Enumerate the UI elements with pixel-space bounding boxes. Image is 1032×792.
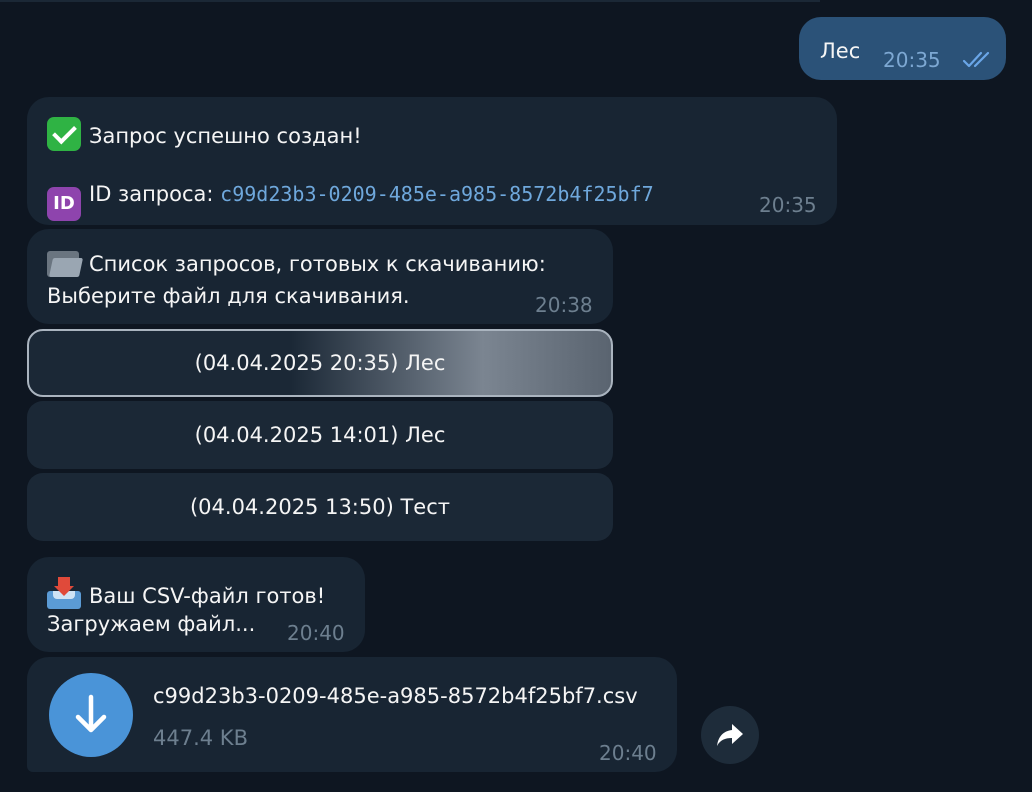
message-time: 20:40 <box>599 741 657 765</box>
message-time: 20:40 <box>287 621 345 645</box>
id-button-icon: ID <box>47 187 81 221</box>
request-list-message[interactable]: Список запросов, готовых к скачиванию: В… <box>27 229 613 324</box>
outgoing-message[interactable]: Лес 20:35 <box>799 17 1006 80</box>
check-mark-button-icon <box>47 117 81 151</box>
request-id-line: ID ID запроса: c99d23b3-0209-485e-a985-85… <box>47 181 654 221</box>
message-title-text: Запрос успешно создан! <box>89 124 362 148</box>
open-folder-icon <box>47 249 84 277</box>
message-title-text: Список запросов, готовых к скачиванию: <box>89 252 546 276</box>
message-time: 20:38 <box>535 293 593 317</box>
message-time: 20:35 <box>759 193 817 217</box>
double-check-icon <box>962 50 996 74</box>
request-id-label: ID запроса: <box>89 182 214 206</box>
file-size: 447.4 KB <box>153 726 248 750</box>
inbox-tray-icon <box>47 577 81 609</box>
message-subtitle: Выберите файл для скачивания. <box>47 284 410 308</box>
file-button-2[interactable]: (04.04.2025 14:01) Лес <box>27 401 613 469</box>
forward-arrow-icon <box>717 724 743 746</box>
message-title: Запрос успешно создан! <box>47 117 362 151</box>
forward-button[interactable] <box>701 706 759 764</box>
file-button-label: (04.04.2025 13:50) Тест <box>189 495 451 519</box>
file-button-3[interactable]: (04.04.2025 13:50) Тест <box>27 473 613 541</box>
file-name[interactable]: c99d23b3-0209-485e-a985-8572b4f25bf7.csv <box>153 683 638 709</box>
request-created-message[interactable]: Запрос успешно создан! ID ID запроса: c99… <box>27 97 837 225</box>
csv-ready-message[interactable]: Ваш CSV-файл готов! Загружаем файл... 20… <box>27 557 365 652</box>
top-divider <box>0 0 820 2</box>
file-button-label: (04.04.2025 20:35) Лес <box>194 351 446 375</box>
file-button-1[interactable]: (04.04.2025 20:35) Лес <box>27 329 613 397</box>
message-title: Список запросов, готовых к скачиванию: <box>47 249 546 277</box>
message-title-text: Ваш CSV-файл готов! <box>89 584 326 608</box>
message-subtitle: Загружаем файл... <box>47 612 256 636</box>
message-time: 20:35 <box>883 48 941 72</box>
download-arrow-icon <box>75 694 107 733</box>
message-text: Лес <box>820 39 861 63</box>
download-button[interactable] <box>49 673 133 757</box>
file-button-label: (04.04.2025 14:01) Лес <box>194 423 446 447</box>
message-title: Ваш CSV-файл готов! <box>47 577 325 609</box>
file-message[interactable]: c99d23b3-0209-485e-a985-8572b4f25bf7.csv… <box>27 657 677 772</box>
request-id-code[interactable]: c99d23b3-0209-485e-a985-8572b4f25bf7 <box>220 182 653 206</box>
